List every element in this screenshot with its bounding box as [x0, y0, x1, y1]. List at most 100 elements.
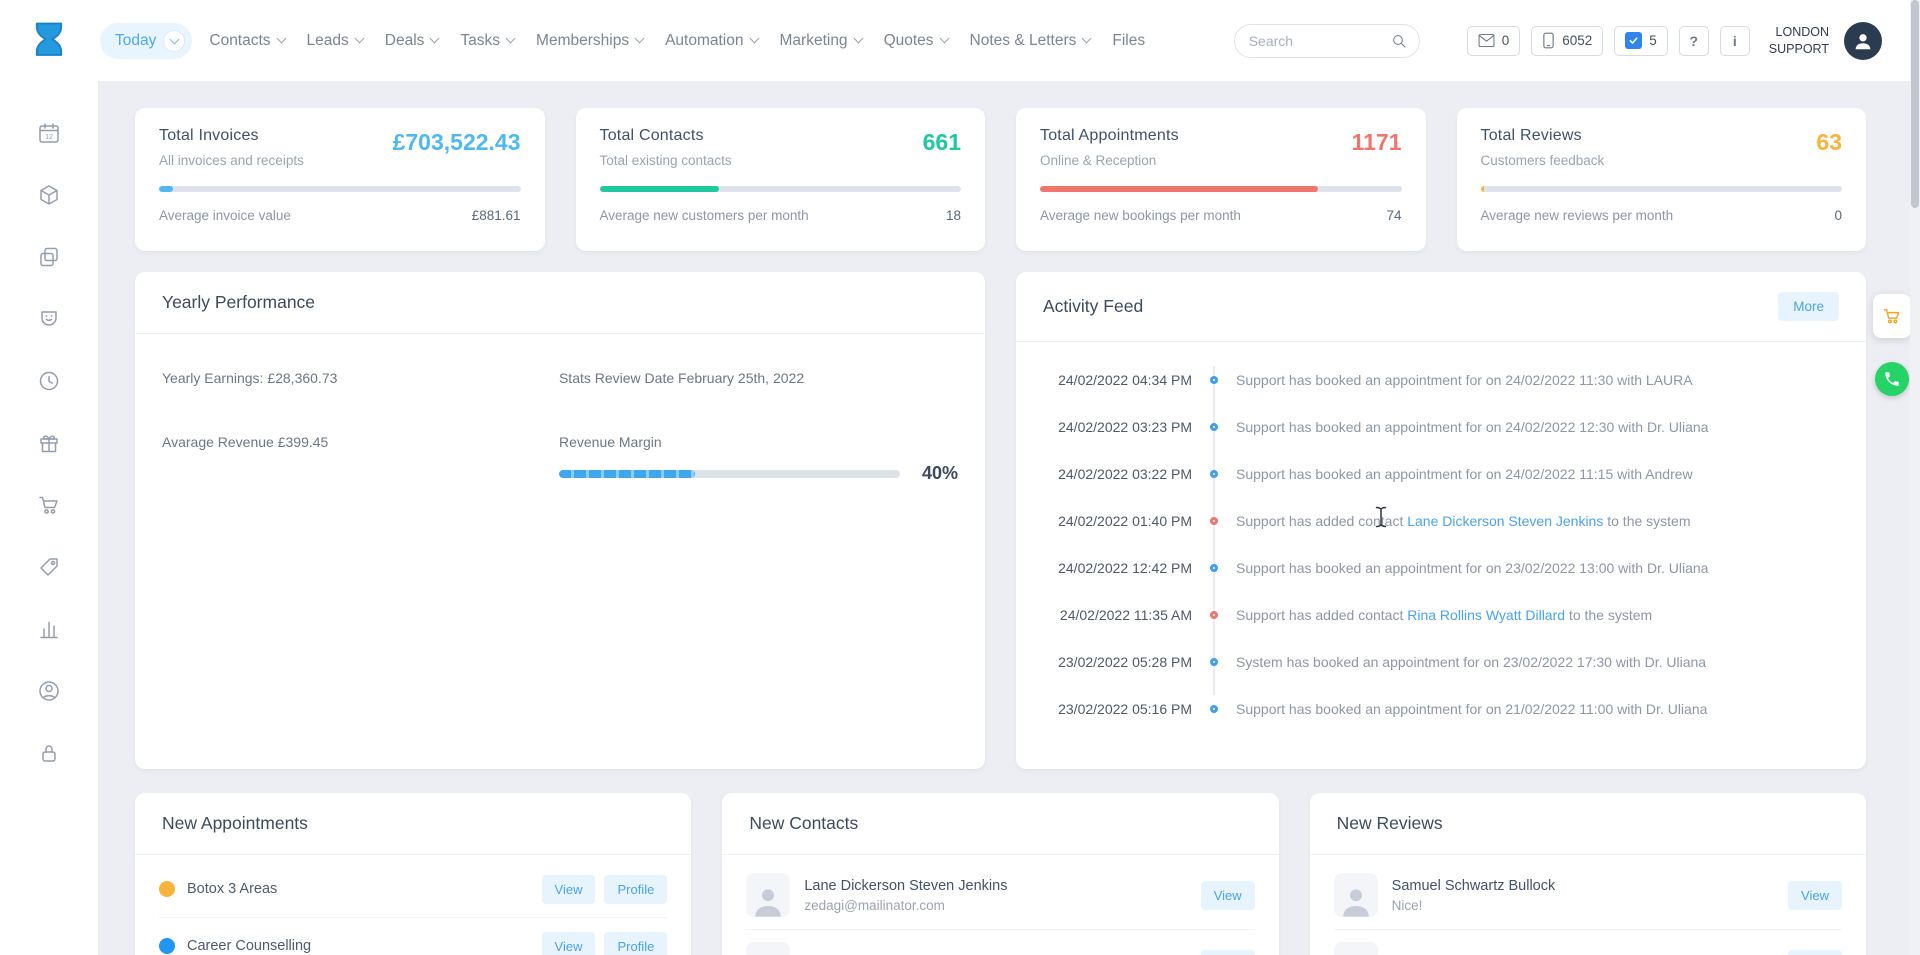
search-input[interactable]	[1246, 31, 1391, 50]
yearly-earnings: Yearly Earnings: £28,360.73	[162, 370, 338, 386]
nav-item-leads[interactable]: Leads	[302, 24, 368, 58]
avatar	[746, 873, 791, 917]
avatar	[746, 942, 791, 955]
stat-card-appointments: Total Appointments Online & Reception 11…	[1016, 108, 1426, 251]
feed-marker-icon	[1192, 469, 1236, 478]
lock-icon	[42, 745, 56, 762]
panel-title: Activity Feed	[1043, 296, 1144, 316]
review-comment: Nice!	[1391, 897, 1423, 913]
nav-label: Memberships	[536, 31, 630, 49]
revenue-margin-label: Revenue Margin	[558, 434, 662, 450]
checkmark-icon	[1625, 32, 1643, 49]
view-button[interactable]: View	[1788, 949, 1842, 955]
sidebar-item-packages[interactable]	[27, 421, 71, 465]
sidebar-item-history[interactable]	[27, 359, 71, 403]
help-button[interactable]: ?	[1678, 25, 1709, 56]
mobile-phone-icon	[1543, 32, 1554, 49]
nav-item-marketing[interactable]: Marketing	[775, 24, 867, 58]
main-content: Total Invoices All invoices and receipts…	[98, 81, 1920, 955]
nav-item-memberships[interactable]: Memberships	[531, 24, 648, 58]
tasks-badge[interactable]: 5	[1614, 25, 1668, 56]
feed-item: 24/02/2022 03:23 PM Support has booked a…	[1042, 403, 1840, 450]
main-nav: Today Contacts Leads Deals Tasks Members…	[100, 22, 1150, 59]
chevron-down-icon	[1081, 33, 1092, 44]
tag-icon	[40, 558, 58, 576]
account-line2: SUPPORT	[1768, 41, 1829, 56]
feed-time: 24/02/2022 03:22 PM	[1058, 465, 1192, 482]
sidebar-item-sales[interactable]	[27, 483, 71, 527]
timeline-ring-icon	[1210, 469, 1218, 478]
nav-item-automation[interactable]: Automation	[660, 24, 762, 58]
feed-marker-icon	[1192, 422, 1236, 431]
revenue-margin-fill	[558, 469, 696, 478]
panel-title: New Appointments	[162, 813, 308, 833]
person-icon	[1342, 889, 1369, 917]
phone-icon	[1885, 372, 1899, 386]
view-button[interactable]: View	[1200, 880, 1255, 910]
search-box[interactable]	[1233, 23, 1420, 58]
nav-item-quotes[interactable]: Quotes	[879, 24, 953, 58]
info-button[interactable]: i	[1719, 25, 1750, 56]
feed-text: Support has added contact Rina Rollins W…	[1236, 607, 1652, 623]
nav-item-contacts[interactable]: Contacts	[204, 24, 289, 58]
nav-item-files[interactable]: Files	[1107, 24, 1150, 58]
gift-icon	[40, 435, 58, 453]
messages-count: 0	[1501, 33, 1510, 48]
view-button[interactable]: View	[1788, 880, 1842, 910]
panel-title: New Contacts	[749, 813, 859, 833]
history-clock-icon	[39, 371, 59, 391]
view-button[interactable]: View	[541, 874, 596, 904]
stat-subtitle: Customers feedback	[1480, 153, 1605, 168]
stat-subtitle: All invoices and receipts	[159, 153, 304, 168]
contact-link[interactable]: Rina Rollins Wyatt Dillard	[1407, 607, 1565, 623]
search-icon[interactable]	[1391, 33, 1407, 49]
nav-item-notes-letters[interactable]: Notes & Letters	[965, 24, 1096, 58]
stat-footer-value: 18	[945, 208, 961, 223]
feed-time: 24/02/2022 11:35 AM	[1059, 606, 1192, 623]
shopping-cart-icon	[1883, 309, 1900, 324]
messages-badge[interactable]: 0	[1466, 25, 1521, 56]
nav-item-tasks[interactable]: Tasks	[455, 24, 519, 58]
sidebar-item-rooms[interactable]	[27, 235, 71, 279]
nav-item-deals[interactable]: Deals	[380, 24, 444, 58]
feed-text: Support has booked an appointment for on…	[1236, 466, 1693, 482]
sidebar-item-offers[interactable]	[27, 545, 71, 589]
call-widget-button[interactable]	[1875, 362, 1909, 396]
user-avatar[interactable]	[1844, 21, 1882, 60]
logo[interactable]	[0, 18, 98, 64]
sidebar-item-stock[interactable]	[27, 173, 71, 217]
stat-title: Total Reviews	[1480, 127, 1582, 144]
sidebar-item-security[interactable]	[27, 731, 71, 775]
profile-button[interactable]: Profile	[604, 931, 668, 955]
stat-footer-label: Average new bookings per month	[1040, 208, 1241, 223]
package-icon	[40, 185, 58, 205]
sidebar-item-treatments[interactable]	[27, 297, 71, 341]
more-button[interactable]: More	[1778, 292, 1839, 321]
page-scrollbar[interactable]	[1910, 0, 1920, 955]
sidebar-item-account[interactable]	[27, 669, 71, 713]
revenue-margin-percent: 40%	[921, 463, 958, 483]
nav-label: Today	[115, 31, 157, 49]
view-button[interactable]: View	[541, 931, 596, 955]
feed-text-pre: System has booked an appointment for on …	[1236, 653, 1707, 670]
activity-feed-list: 24/02/2022 04:34 PM Support has booked a…	[1016, 342, 1866, 746]
feed-item: 24/02/2022 03:22 PM Support has booked a…	[1042, 450, 1840, 497]
nav-label: Contacts	[209, 31, 271, 49]
shopping-cart-icon	[39, 496, 58, 514]
sidebar-item-calendar[interactable]: 12	[27, 111, 71, 155]
new-appointments-panel: New Appointments Botox 3 Areas View Prof…	[135, 793, 692, 955]
scrollbar-thumb[interactable]	[1911, 0, 1919, 208]
chevron-down-icon	[939, 33, 949, 44]
view-button[interactable]: View	[1200, 949, 1255, 955]
contact-link[interactable]: Lane Dickerson Steven Jenkins	[1407, 513, 1603, 529]
cart-widget-button[interactable]	[1873, 294, 1911, 338]
sidebar-item-reports[interactable]	[27, 607, 71, 651]
nav-label: Files	[1112, 31, 1146, 49]
profile-button[interactable]: Profile	[604, 874, 668, 904]
stat-title: Total Invoices	[159, 127, 259, 144]
timeline-ring-icon	[1210, 422, 1218, 431]
timeline-ring-icon	[1210, 657, 1218, 666]
calls-badge[interactable]: 6052	[1531, 25, 1604, 56]
nav-item-today[interactable]: Today	[100, 22, 193, 59]
progress-fill	[1040, 186, 1319, 192]
